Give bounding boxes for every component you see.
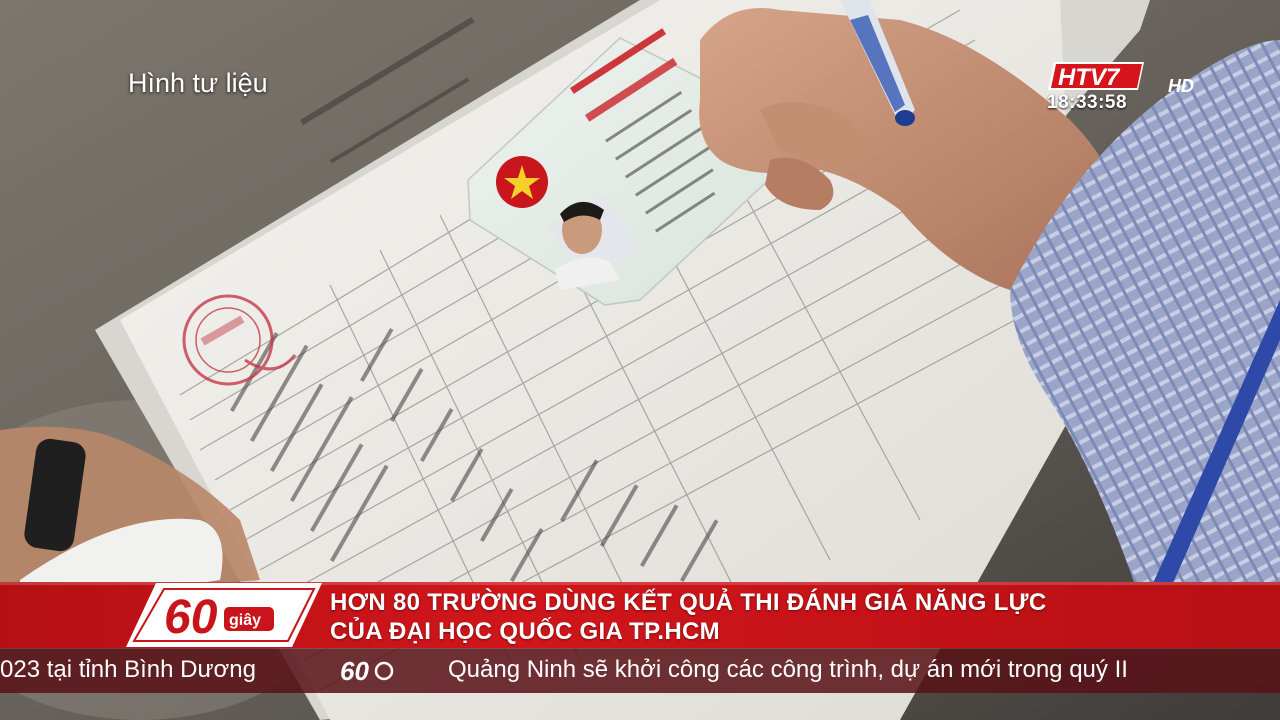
- htv-logo-text: HTV7: [1058, 64, 1121, 91]
- hd-logo-text: HD: [1168, 76, 1194, 96]
- broadcast-clock: 18:33:58: [1047, 92, 1128, 113]
- archive-footage-caption: Hình tư liệu: [128, 68, 268, 98]
- headline-line-2: CỦA ĐẠI HỌC QUỐC GIA TP.HCM: [330, 618, 720, 645]
- ticker-item-previous: 023 tại tỉnh Bình Dương: [0, 656, 256, 683]
- ticker-item-current: Quảng Ninh sẽ khởi công các công trình, …: [448, 656, 1128, 683]
- 60-giay-logo-icon: 60 giây: [126, 583, 322, 647]
- program-logo-word: giây: [229, 612, 261, 629]
- headline-line-1: HƠN 80 TRƯỜNG DÙNG KẾT QUẢ THI ĐÁNH GIÁ …: [330, 589, 1047, 616]
- ticker-logo-number: 60: [340, 656, 369, 685]
- program-logo-number: 60: [164, 591, 218, 644]
- ticker-separator-logo-icon: 60: [340, 656, 394, 685]
